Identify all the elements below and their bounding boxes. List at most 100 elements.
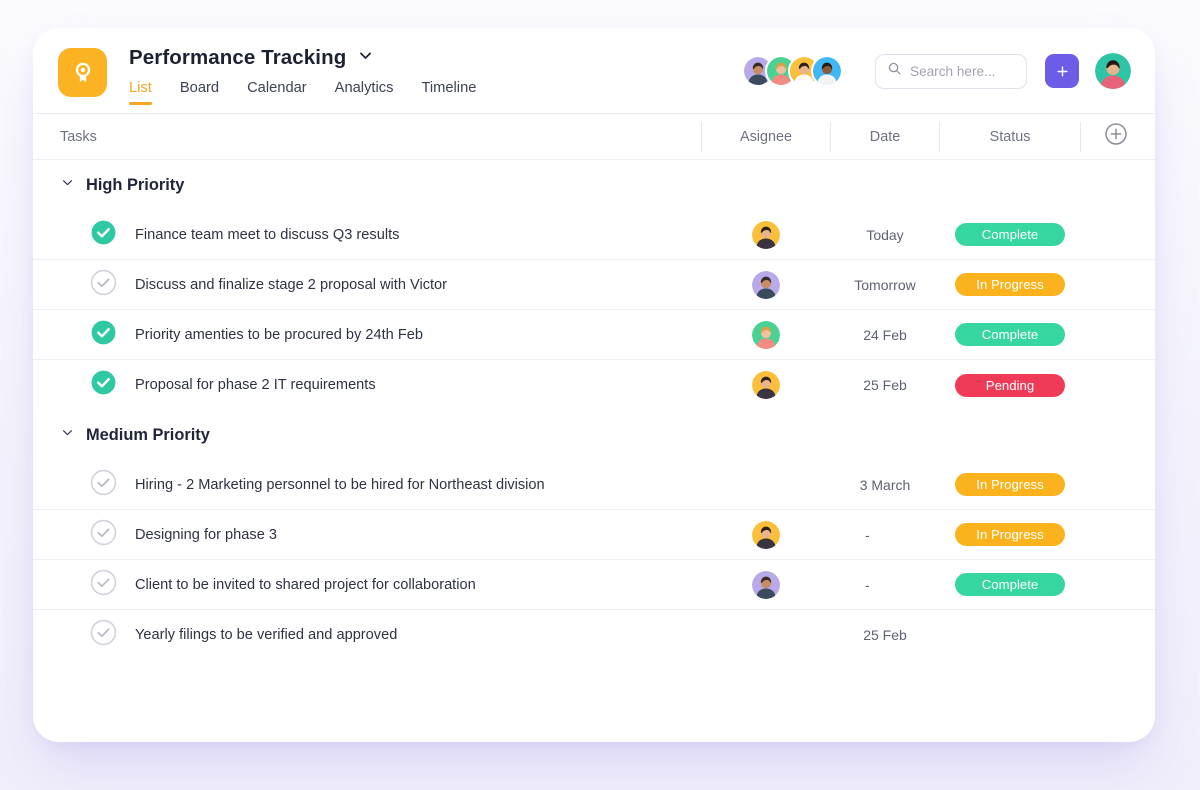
assignee-cell[interactable]	[702, 270, 830, 299]
app-header: Performance Tracking List Board Calendar An…	[33, 28, 1155, 114]
task-label: Discuss and finalize stage 2 proposal wi…	[135, 276, 448, 293]
date-cell[interactable]: 25 Feb	[831, 627, 939, 643]
checkbox-unchecked-icon[interactable]	[90, 469, 117, 501]
table-row[interactable]: Proposal for phase 2 IT requirements 25 F…	[33, 360, 1155, 410]
task-sections: High Priority Finance team meet to discus…	[33, 160, 1155, 660]
checkbox-unchecked-icon[interactable]	[90, 269, 117, 301]
task-cell: Proposal for phase 2 IT requirements	[33, 369, 701, 401]
award-badge-icon	[70, 60, 96, 86]
checkbox-unchecked-icon[interactable]	[90, 619, 117, 651]
search-box[interactable]	[875, 53, 1027, 89]
status-cell[interactable]: Pending	[940, 373, 1080, 397]
checkbox-unchecked-icon[interactable]	[90, 519, 117, 551]
avatar[interactable]	[752, 270, 780, 299]
row-spacer	[1080, 370, 1081, 400]
page-title: Performance Tracking	[129, 46, 347, 69]
tab-calendar[interactable]: Calendar	[247, 80, 307, 105]
tab-analytics[interactable]: Analytics	[335, 80, 394, 105]
task-cell: Hiring - 2 Marketing personnel to be hir…	[33, 469, 701, 501]
app-card: Performance Tracking List Board Calendar An…	[33, 28, 1155, 742]
profile-avatar[interactable]	[1095, 53, 1131, 89]
column-header-tasks: Tasks	[60, 128, 97, 145]
member-avatar-stack[interactable]	[742, 55, 843, 87]
table-row[interactable]: Discuss and finalize stage 2 proposal wi…	[33, 260, 1155, 310]
avatar[interactable]	[752, 320, 780, 349]
status-badge[interactable]: In Progress	[955, 523, 1065, 546]
date-cell[interactable]: -	[831, 527, 939, 543]
table-row[interactable]: Priority amenties to be procured by 24th…	[33, 310, 1155, 360]
row-spacer	[1080, 620, 1081, 650]
task-label: Priority amenties to be procured by 24th…	[135, 326, 423, 343]
status-cell[interactable]: In Progress	[940, 273, 1080, 296]
status-cell[interactable]: In Progress	[940, 523, 1080, 546]
assignee-cell[interactable]	[702, 520, 830, 549]
date-cell[interactable]: 24 Feb	[831, 327, 939, 343]
date-cell[interactable]: 3 March	[831, 477, 939, 493]
status-badge[interactable]: Complete	[955, 573, 1065, 596]
status-badge[interactable]: In Progress	[955, 473, 1065, 496]
avatar[interactable]	[752, 220, 780, 249]
checkbox-checked-icon[interactable]	[90, 219, 117, 251]
task-label: Proposal for phase 2 IT requirements	[135, 377, 376, 393]
avatar[interactable]	[752, 570, 780, 599]
section-header-medium-priority[interactable]: Medium Priority	[33, 410, 1155, 460]
task-label: Yearly filings to be verified and approv…	[135, 627, 398, 643]
status-badge[interactable]: Complete	[955, 223, 1065, 246]
avatar[interactable]	[752, 371, 780, 399]
tab-timeline[interactable]: Timeline	[421, 80, 476, 105]
task-label: Finance team meet to discuss Q3 results	[135, 226, 400, 243]
status-cell[interactable]: In Progress	[940, 473, 1080, 496]
checkbox-checked-icon[interactable]	[90, 319, 117, 351]
avatar[interactable]	[752, 520, 780, 549]
status-badge[interactable]: In Progress	[955, 273, 1065, 296]
chevron-down-icon[interactable]	[60, 425, 75, 445]
header-actions	[742, 28, 1131, 114]
chevron-down-icon[interactable]	[357, 47, 374, 69]
tab-board[interactable]: Board	[180, 80, 219, 105]
app-logo	[58, 48, 107, 97]
date-cell[interactable]: 25 Feb	[831, 377, 939, 393]
date-cell[interactable]: -	[831, 577, 939, 593]
assignee-cell[interactable]	[702, 570, 830, 599]
circle-plus-icon	[1104, 122, 1128, 151]
view-tabs: List Board Calendar Analytics Timeline	[129, 80, 476, 105]
search-input[interactable]	[910, 63, 1018, 79]
checkbox-checked-icon[interactable]	[90, 369, 117, 401]
task-cell: Priority amenties to be procured by 24th…	[33, 319, 701, 351]
status-cell[interactable]: Complete	[940, 573, 1080, 596]
row-spacer	[1080, 220, 1081, 250]
add-column-button[interactable]	[1081, 122, 1151, 151]
status-cell[interactable]: Complete	[940, 223, 1080, 246]
task-cell: Client to be invited to shared project f…	[33, 569, 701, 601]
row-spacer	[939, 620, 940, 650]
assignee-cell[interactable]	[702, 371, 830, 399]
section-title: High Priority	[86, 175, 185, 194]
member-avatar-4[interactable]	[811, 55, 843, 87]
status-badge[interactable]: Complete	[955, 323, 1065, 346]
checkbox-unchecked-icon[interactable]	[90, 569, 117, 601]
row-spacer	[1080, 520, 1081, 550]
table-row[interactable]: Client to be invited to shared project f…	[33, 560, 1155, 610]
section-header-high-priority[interactable]: High Priority	[33, 160, 1155, 210]
date-cell[interactable]: Tomorrow	[831, 277, 939, 293]
tab-list[interactable]: List	[129, 80, 152, 105]
table-row[interactable]: Designing for phase 3 - In Progress	[33, 510, 1155, 560]
project-title-group[interactable]: Performance Tracking	[129, 46, 374, 70]
row-spacer	[701, 470, 702, 500]
status-badge[interactable]: Pending	[955, 373, 1065, 397]
row-spacer	[1080, 320, 1081, 350]
table-row[interactable]: Finance team meet to discuss Q3 results T…	[33, 210, 1155, 260]
status-cell[interactable]: Complete	[940, 323, 1080, 346]
table-row[interactable]: Yearly filings to be verified and approv…	[33, 610, 1155, 660]
date-cell[interactable]: Today	[831, 227, 939, 243]
section-title: Medium Priority	[86, 425, 210, 444]
column-header-date: Date	[869, 128, 901, 145]
table-row[interactable]: Hiring - 2 Marketing personnel to be hir…	[33, 460, 1155, 510]
row-spacer	[1080, 270, 1081, 300]
assignee-cell[interactable]	[702, 320, 830, 349]
column-header-assignee: Asignee	[739, 128, 792, 145]
add-task-button[interactable]	[1045, 54, 1079, 88]
chevron-down-icon[interactable]	[60, 175, 75, 195]
assignee-cell[interactable]	[702, 220, 830, 249]
search-icon	[887, 61, 902, 81]
